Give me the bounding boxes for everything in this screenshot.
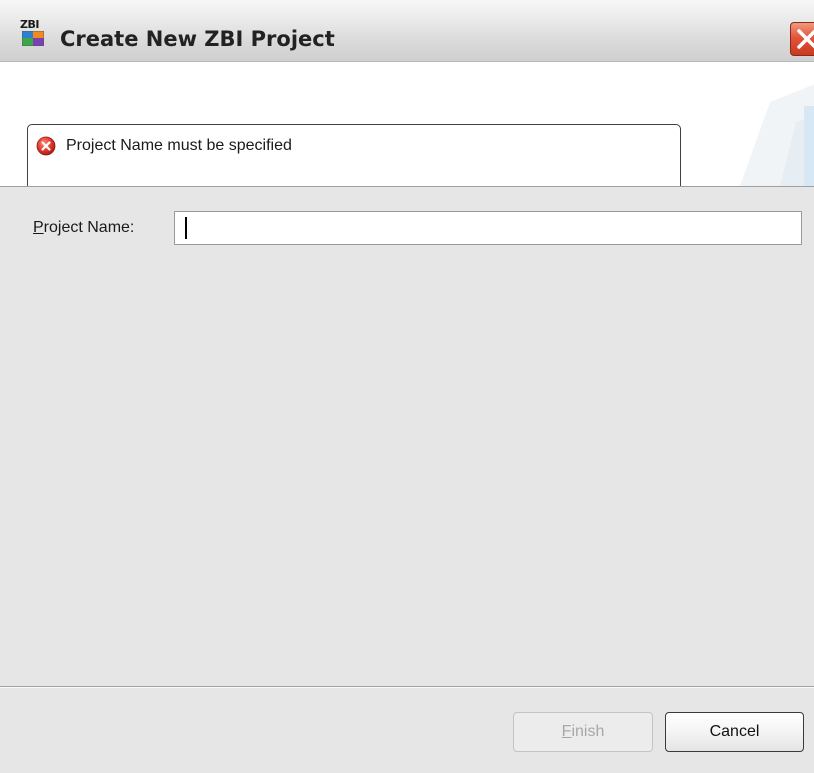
text-caret	[185, 217, 187, 239]
header-decoration-graphic	[740, 84, 814, 186]
finish-button-label: inish	[571, 723, 605, 740]
close-icon	[797, 29, 814, 49]
footer-divider-highlight	[0, 687, 814, 688]
finish-button-mnemonic: F	[561, 723, 572, 740]
close-button[interactable]	[790, 22, 814, 56]
wizard-header: Project Name must be specified	[0, 62, 814, 186]
app-icon-label: ZBI	[20, 18, 39, 31]
create-project-dialog: ZBI Create New ZBI Project Project Name …	[0, 0, 814, 773]
cancel-button[interactable]: Cancel	[665, 712, 804, 752]
window-title: Create New ZBI Project	[60, 27, 335, 51]
project-name-label-mnemonic: P	[33, 219, 44, 236]
project-name-label: Project Name:	[33, 218, 134, 238]
project-name-input[interactable]	[174, 211, 802, 245]
finish-button[interactable]: Finish	[513, 712, 653, 752]
zbi-app-icon: ZBI	[20, 18, 48, 48]
error-icon	[36, 136, 56, 156]
wizard-content: Project Name:	[0, 187, 814, 686]
validation-message: Project Name must be specified	[66, 137, 292, 154]
project-name-label-text: roject Name:	[43, 219, 135, 236]
title-bar[interactable]: ZBI Create New ZBI Project	[0, 0, 814, 62]
message-panel: Project Name must be specified	[27, 124, 681, 186]
